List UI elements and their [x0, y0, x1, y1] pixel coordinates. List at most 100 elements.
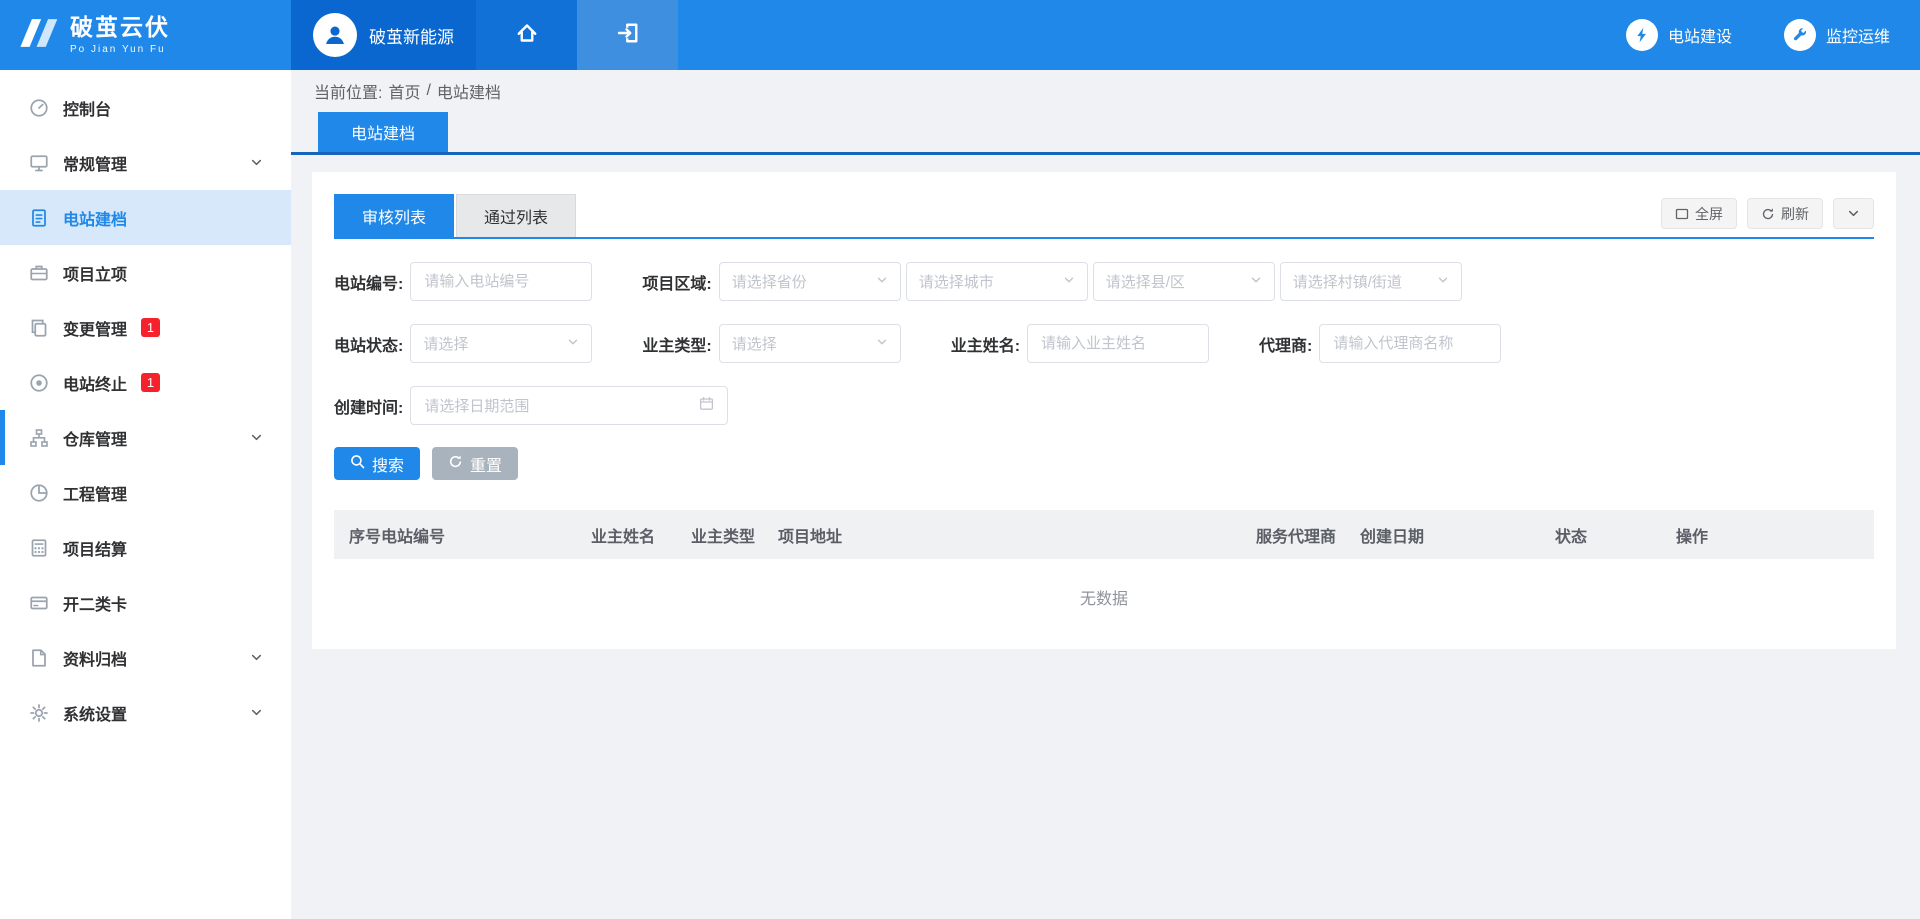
table-header-row: 序号 电站编号 业主姓名 业主类型 项目地址 服务代理商 创建日期 状态 操作	[334, 510, 1874, 559]
wrench-icon	[1784, 19, 1816, 51]
sidebar-item-label: 常规管理	[63, 151, 127, 175]
tab-review-list[interactable]: 审核列表	[334, 194, 454, 237]
nav-monitor-ops[interactable]: 监控运维	[1784, 0, 1890, 70]
chevron-down-icon	[250, 156, 263, 169]
document-icon	[28, 207, 50, 229]
logo[interactable]: 破茧云伏 Po Jian Yun Fu	[0, 0, 291, 70]
nav-station-build[interactable]: 电站建设	[1626, 0, 1732, 70]
logo-subtitle: Po Jian Yun Fu	[70, 44, 170, 55]
chevron-down-icon	[1437, 273, 1449, 291]
home-icon	[515, 21, 539, 50]
dashboard-icon	[28, 97, 50, 119]
sidebar-item-label: 资料归档	[63, 646, 127, 670]
station-terminate-badge: 1	[141, 373, 160, 392]
logout-button[interactable]	[577, 0, 678, 70]
panel-tab-bar: 审核列表 通过列表 全屏 刷新	[334, 194, 1874, 239]
date-range-picker[interactable]: 请选择日期范围	[410, 386, 728, 425]
status-placeholder: 请选择	[423, 333, 468, 354]
sidebar-item-dashboard[interactable]: 控制台	[0, 80, 291, 135]
town-placeholder: 请选择村镇/街道	[1293, 271, 1402, 292]
page-tab-station-archive[interactable]: 电站建档	[318, 112, 448, 152]
sidebar-item-label: 电站终止	[63, 371, 127, 395]
breadcrumb-current: 电站建档	[437, 79, 501, 103]
filter-row-1: 电站编号: 项目区域: 请选择省份 请选择城市 请选择县/区 请选择村镇/街道	[334, 262, 1874, 301]
sidebar-item-class2-card[interactable]: 开二类卡	[0, 575, 291, 630]
station-status-label: 电站状态:	[334, 332, 403, 356]
panel-toolbar: 全屏 刷新	[1661, 198, 1874, 229]
owner-type-label: 业主类型:	[642, 332, 711, 356]
page-tab-bar: 电站建档	[291, 112, 1920, 155]
home-button[interactable]	[476, 0, 577, 70]
chevron-down-icon	[250, 431, 263, 444]
owner-type-placeholder: 请选择	[732, 333, 777, 354]
breadcrumb-home-link[interactable]: 首页	[388, 79, 420, 103]
nav-station-build-label: 电站建设	[1668, 23, 1732, 47]
sidebar-item-label: 控制台	[63, 96, 111, 120]
sidebar-item-data-archive[interactable]: 资料归档	[0, 630, 291, 685]
created-time-label: 创建时间:	[334, 394, 403, 418]
sidebar-item-general-mgmt[interactable]: 常规管理	[0, 135, 291, 190]
sidebar-item-label: 仓库管理	[63, 426, 127, 450]
col-service-agent: 服务代理商	[1256, 523, 1360, 547]
chevron-down-icon	[1847, 207, 1860, 220]
col-owner-name: 业主姓名	[591, 523, 691, 547]
county-placeholder: 请选择县/区	[1106, 271, 1185, 292]
col-station-no: 电站编号	[381, 523, 591, 547]
owner-name-label: 业主姓名:	[951, 332, 1020, 356]
sidebar-item-label: 电站建档	[63, 206, 127, 230]
search-button[interactable]: 搜索	[334, 447, 420, 480]
fullscreen-button[interactable]: 全屏	[1661, 198, 1737, 229]
sidebar-item-station-terminate[interactable]: 电站终止 1	[0, 355, 291, 410]
search-label: 搜索	[372, 452, 404, 476]
col-serial: 序号	[349, 523, 381, 547]
breadcrumb: 当前位置: 首页 / 电站建档	[291, 70, 1920, 112]
chevron-down-icon	[876, 273, 888, 291]
sidebar-item-engineering-mgmt[interactable]: 工程管理	[0, 465, 291, 520]
user-menu[interactable]: 破茧新能源	[291, 0, 476, 70]
breadcrumb-prefix: 当前位置:	[314, 79, 382, 103]
date-range-placeholder: 请选择日期范围	[424, 395, 529, 416]
tab-passed-list[interactable]: 通过列表	[456, 194, 576, 237]
reset-label: 重置	[470, 452, 502, 476]
copy-icon	[28, 317, 50, 339]
logo-icon	[20, 18, 60, 53]
sidebar-item-change-mgmt[interactable]: 变更管理 1	[0, 300, 291, 355]
reset-button[interactable]: 重置	[432, 447, 518, 480]
sidebar-item-station-archive[interactable]: 电站建档	[0, 190, 291, 245]
sidebar-item-system-settings[interactable]: 系统设置	[0, 685, 291, 740]
city-select[interactable]: 请选择城市	[906, 262, 1088, 301]
county-select[interactable]: 请选择县/区	[1093, 262, 1275, 301]
region-label: 项目区域:	[642, 270, 711, 294]
calculator-icon	[28, 537, 50, 559]
sidebar-item-label: 系统设置	[63, 701, 127, 725]
logo-text: 破茧云伏 Po Jian Yun Fu	[70, 15, 170, 54]
company-name: 破茧新能源	[369, 23, 454, 48]
sidebar-item-project-initiation[interactable]: 项目立项	[0, 245, 291, 300]
refresh-button[interactable]: 刷新	[1747, 198, 1823, 229]
filter-panel: 审核列表 通过列表 全屏 刷新 电站编号: 项目区域:	[312, 172, 1896, 649]
sidebar-item-label: 项目结算	[63, 536, 127, 560]
station-no-input[interactable]	[410, 262, 592, 301]
chevron-down-icon	[1250, 273, 1262, 291]
briefcase-icon	[28, 262, 50, 284]
reset-icon	[448, 454, 463, 474]
calendar-icon	[699, 396, 714, 416]
org-tree-icon	[28, 427, 50, 449]
province-select[interactable]: 请选择省份	[719, 262, 901, 301]
refresh-label: 刷新	[1781, 204, 1809, 224]
agent-input[interactable]	[1319, 324, 1501, 363]
sidebar-item-project-settlement[interactable]: 项目结算	[0, 520, 291, 575]
filter-row-3: 创建时间: 请选择日期范围	[334, 386, 1874, 425]
sidebar-item-warehouse-mgmt[interactable]: 仓库管理	[0, 410, 291, 465]
town-select[interactable]: 请选择村镇/街道	[1280, 262, 1462, 301]
col-project-address: 项目地址	[778, 523, 1256, 547]
lightning-icon	[1626, 19, 1658, 51]
owner-type-select[interactable]: 请选择	[719, 324, 901, 363]
collapse-button[interactable]	[1833, 198, 1874, 229]
owner-name-input[interactable]	[1027, 324, 1209, 363]
chevron-down-icon	[567, 335, 579, 353]
filter-row-2: 电站状态: 请选择 业主类型: 请选择 业主姓名: 代理商:	[334, 324, 1874, 363]
refresh-icon	[1761, 207, 1775, 221]
archive-icon	[28, 647, 50, 669]
station-status-select[interactable]: 请选择	[410, 324, 592, 363]
